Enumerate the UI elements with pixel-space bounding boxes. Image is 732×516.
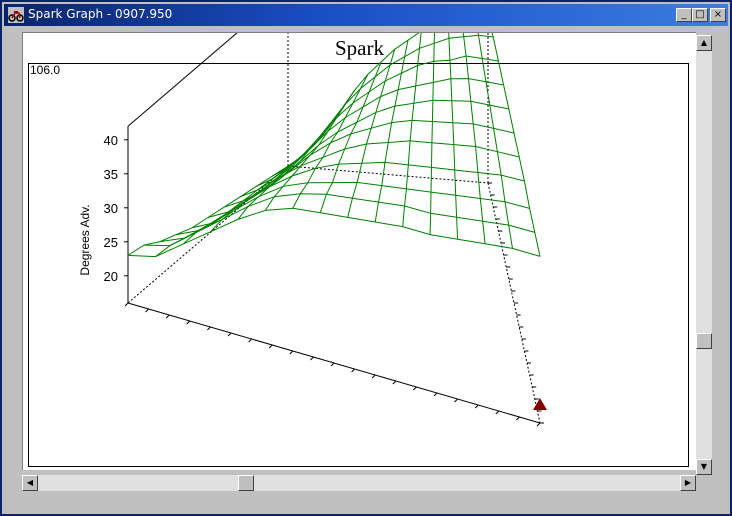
mesh-column-line — [477, 33, 513, 249]
window-title: Spark Graph - 0907.950 — [28, 7, 173, 21]
x-axis-tick — [207, 326, 211, 331]
minimize-button[interactable]: _ — [676, 8, 692, 22]
x-axis-tick — [392, 380, 397, 385]
title-bar[interactable]: Spark Graph - 0907.950 _ □ × — [4, 4, 728, 26]
close-icon: × — [713, 9, 723, 20]
x-axis-tick — [310, 356, 314, 361]
vertical-scrollbar[interactable]: ▲ ▼ — [696, 35, 712, 475]
z-tick-label: 25 — [104, 235, 118, 250]
horizontal-scroll-thumb[interactable] — [238, 475, 255, 491]
close-button[interactable]: × — [710, 8, 726, 22]
x-axis-tick — [454, 398, 458, 403]
scrollbar-corner — [696, 475, 712, 491]
mesh-column-line — [462, 33, 486, 244]
x-axis-tick — [351, 368, 355, 373]
maximize-button[interactable]: □ — [692, 8, 708, 22]
surface-plot: 40 35 30 25 20 Degrees Adv. — [78, 33, 547, 427]
x-axis-tick — [165, 314, 170, 319]
minimize-icon: _ — [681, 9, 687, 20]
scroll-right-button[interactable]: ▶ — [680, 475, 696, 491]
mesh-column-line — [448, 33, 459, 240]
graph-canvas: Spark 106.0 40 35 30 25 20 Degrees Adv. — [22, 32, 696, 470]
x-axis-tick — [495, 410, 500, 415]
z-axis-label: Degrees Adv. — [78, 204, 92, 275]
z-tick-label: 30 — [104, 201, 118, 216]
scroll-down-button[interactable]: ▼ — [696, 459, 712, 475]
maximize-icon: □ — [695, 9, 705, 20]
x-axis-tick — [330, 362, 335, 367]
x-axis-tick — [371, 374, 376, 379]
mesh-column-line — [347, 49, 396, 218]
x-axis-tick — [186, 320, 191, 325]
x-axis-tick — [516, 416, 520, 421]
mesh-column-line — [292, 73, 369, 209]
x-axis-tick — [124, 302, 129, 307]
scroll-up-button[interactable]: ▲ — [696, 35, 712, 51]
motorcycle-icon — [8, 7, 24, 23]
vertical-scroll-thumb[interactable] — [696, 333, 712, 350]
scroll-left-button[interactable]: ◀ — [22, 475, 38, 491]
floor-edge-back-right — [287, 165, 489, 184]
mesh-column-line — [402, 33, 422, 227]
surface-mesh — [127, 33, 541, 258]
x-axis-tick — [413, 386, 417, 391]
z-tick-label: 40 — [104, 133, 118, 148]
mesh-row-line — [159, 181, 530, 243]
x-axis-tick — [474, 404, 479, 409]
x-axis-tick — [433, 392, 438, 397]
x-axis-tick — [248, 338, 252, 343]
x-axis-tick — [536, 422, 541, 427]
z-tick-label: 35 — [104, 167, 118, 182]
z-tick-label: 20 — [104, 269, 118, 284]
spark-graph-window: Spark Graph - 0907.950 _ □ × Spark 106.0… — [0, 0, 732, 516]
mesh-column-line — [374, 40, 409, 223]
mesh-row-line — [207, 119, 515, 218]
x-axis-tick — [145, 308, 149, 313]
x-axis-tick — [227, 332, 232, 337]
horizontal-scrollbar[interactable]: ◀ ▶ — [22, 475, 696, 491]
back-wall-top-left — [127, 33, 238, 127]
mesh-row-line — [223, 99, 509, 208]
x-axis-tick — [289, 350, 294, 355]
mesh-column-line — [429, 33, 435, 235]
x-axis-tick — [268, 344, 273, 349]
mesh-row-line — [143, 193, 535, 247]
